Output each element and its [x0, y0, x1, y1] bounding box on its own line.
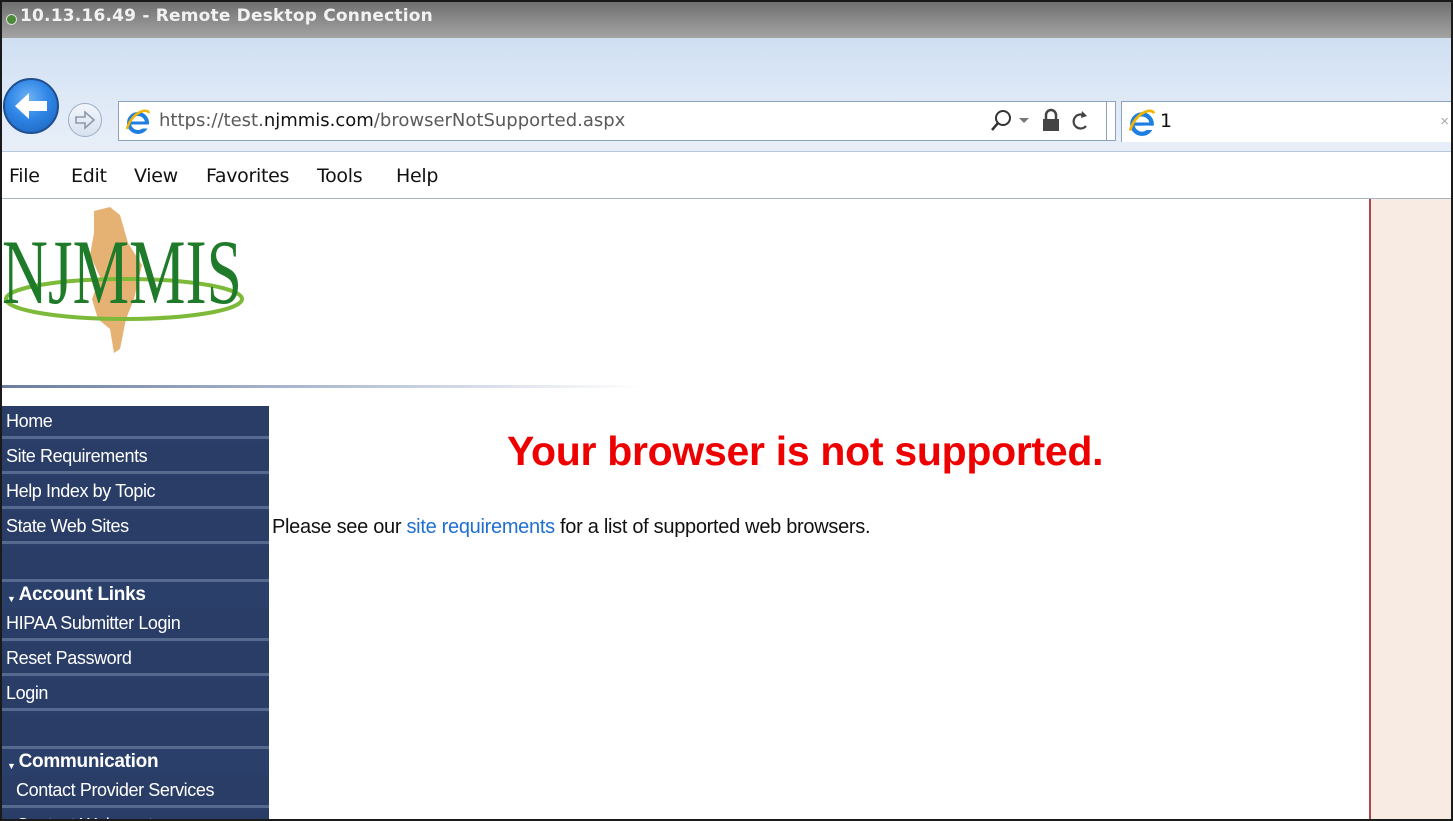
- menu-bar: File Edit View Favorites Tools Help: [2, 153, 1451, 199]
- browser-titlebar: [2, 38, 1451, 88]
- browser-tab[interactable]: 1 ×: [1121, 101, 1451, 142]
- lock-icon[interactable]: [1041, 108, 1061, 134]
- url-host: njmmis.com: [263, 110, 374, 131]
- remote-desktop-titlebar: 10.13.16.49 - Remote Desktop Connection: [2, 2, 1451, 38]
- url-path: /browserNotSupported.aspx: [373, 110, 626, 131]
- ie-logo-icon: [125, 109, 151, 134]
- menu-view[interactable]: View: [134, 165, 178, 187]
- site-requirements-link[interactable]: site requirements: [406, 516, 555, 538]
- forward-button[interactable]: [68, 103, 102, 137]
- address-bar[interactable]: https://test.njmmis.com/browserNotSuppor…: [118, 101, 1116, 141]
- menu-favorites[interactable]: Favorites: [206, 165, 289, 187]
- tab-title: 1: [1160, 110, 1173, 132]
- right-side-panel: [1369, 199, 1451, 819]
- sidebar-heading-account-links[interactable]: ▼ Account Links: [2, 578, 269, 608]
- sidebar-heading-communication[interactable]: ▼ Communication: [2, 745, 269, 775]
- message-text-after: for a list of supported web browsers.: [554, 516, 871, 538]
- account-heading-label: Account Links: [18, 584, 146, 605]
- back-button[interactable]: [3, 78, 59, 134]
- sidebar-spacer: [2, 546, 269, 582]
- error-message: Please see our site requirements for a l…: [272, 516, 871, 539]
- tab-ie-logo-icon: [1128, 109, 1156, 136]
- screen-frame: 10.13.16.49 - Remote Desktop Connection …: [0, 0, 1453, 821]
- web-page: NJMMIS Home Site Requirements Help Index…: [2, 199, 1369, 819]
- sidebar-item-login[interactable]: Login: [2, 678, 269, 711]
- communication-heading-label: Communication: [18, 751, 159, 772]
- menu-edit[interactable]: Edit: [71, 165, 107, 187]
- njmmis-logo[interactable]: NJMMIS: [2, 203, 252, 353]
- refresh-icon[interactable]: [1069, 108, 1091, 134]
- sidebar-spacer: [2, 713, 269, 749]
- sidebar-item-reset-password[interactable]: Reset Password: [2, 643, 269, 676]
- sidebar-item-help-index[interactable]: Help Index by Topic: [2, 476, 269, 509]
- message-text-before: Please see our: [272, 516, 407, 538]
- forward-arrow-icon: [75, 110, 96, 130]
- sidebar-nav: Home Site Requirements Help Index by Top…: [2, 406, 269, 819]
- sidebar-item-contact-provider-services[interactable]: Contact Provider Services: [2, 775, 269, 808]
- logo-text: NJMMIS: [2, 221, 242, 323]
- menu-help[interactable]: Help: [396, 165, 438, 187]
- window-title: 10.13.16.49 - Remote Desktop Connection: [20, 6, 433, 26]
- tab-close-icon[interactable]: ×: [1440, 113, 1449, 130]
- back-arrow-icon: [15, 93, 47, 119]
- sidebar-item-hipaa-login[interactable]: HIPAA Submitter Login: [2, 608, 269, 641]
- error-headline: Your browser is not supported.: [507, 428, 1104, 474]
- sidebar-item-state-web-sites[interactable]: State Web Sites: [2, 511, 269, 544]
- address-url: https://test.njmmis.com/browserNotSuppor…: [159, 110, 625, 131]
- menu-file[interactable]: File: [9, 165, 40, 187]
- sidebar-item-site-requirements[interactable]: Site Requirements: [2, 441, 269, 474]
- menu-tools[interactable]: Tools: [317, 165, 363, 187]
- url-prefix: https://test.: [159, 110, 264, 131]
- header-divider: [2, 385, 642, 388]
- remote-desktop-icon: [6, 14, 17, 25]
- address-separator: [1106, 102, 1107, 140]
- sidebar-item-contact-webmaster[interactable]: Contact Webmaster: [2, 810, 269, 819]
- search-icon[interactable]: [989, 108, 1015, 134]
- sidebar-item-home[interactable]: Home: [2, 406, 269, 439]
- chevron-down-icon[interactable]: [1018, 116, 1030, 126]
